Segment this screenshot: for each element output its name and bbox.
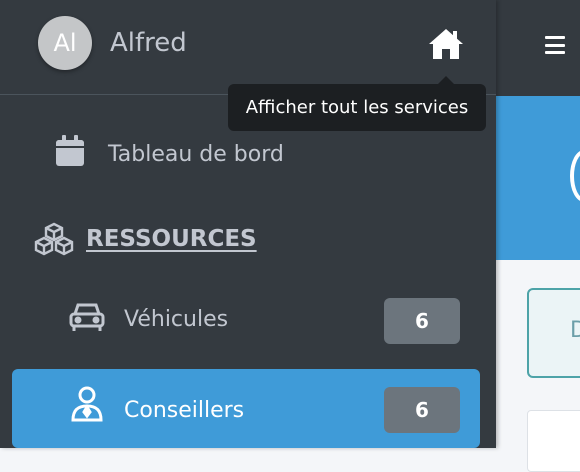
count-badge: 6 (384, 298, 460, 344)
tooltip-arrow (438, 76, 454, 84)
avatar[interactable]: Al (38, 16, 92, 70)
user-name[interactable]: Alfred (110, 28, 187, 58)
sidebar: Al Alfred Afficher tout les services Tab… (0, 0, 496, 448)
sidebar-item-label: Conseillers (124, 398, 245, 423)
calendar-icon (54, 134, 86, 172)
count-badge: 6 (384, 387, 460, 433)
bars-icon[interactable] (545, 36, 565, 54)
tooltip: Afficher tout les services (228, 84, 486, 131)
sidebar-item-conseillers[interactable]: Conseillers 6 (12, 369, 480, 448)
sidebar-section-title: RESSOURCES (86, 226, 257, 252)
home-icon[interactable] (426, 26, 466, 62)
top-navbar (496, 0, 580, 96)
car-icon (68, 301, 106, 337)
cubes-icon (34, 222, 74, 262)
sidebar-item-label: Véhicules (124, 307, 229, 332)
user-tie-icon (70, 386, 104, 426)
content-card (527, 410, 580, 472)
user-panel: Al Alfred (0, 0, 496, 95)
sidebar-item-dashboard[interactable]: Tableau de bord (12, 126, 480, 186)
sidebar-section-header: RESSOURCES (34, 222, 474, 262)
content-header-banner (496, 96, 580, 260)
sidebar-item-vehicules[interactable]: Véhicules 6 (12, 287, 480, 355)
sidebar-item-label: Tableau de bord (108, 142, 284, 167)
info-card-letter: D (570, 318, 580, 343)
